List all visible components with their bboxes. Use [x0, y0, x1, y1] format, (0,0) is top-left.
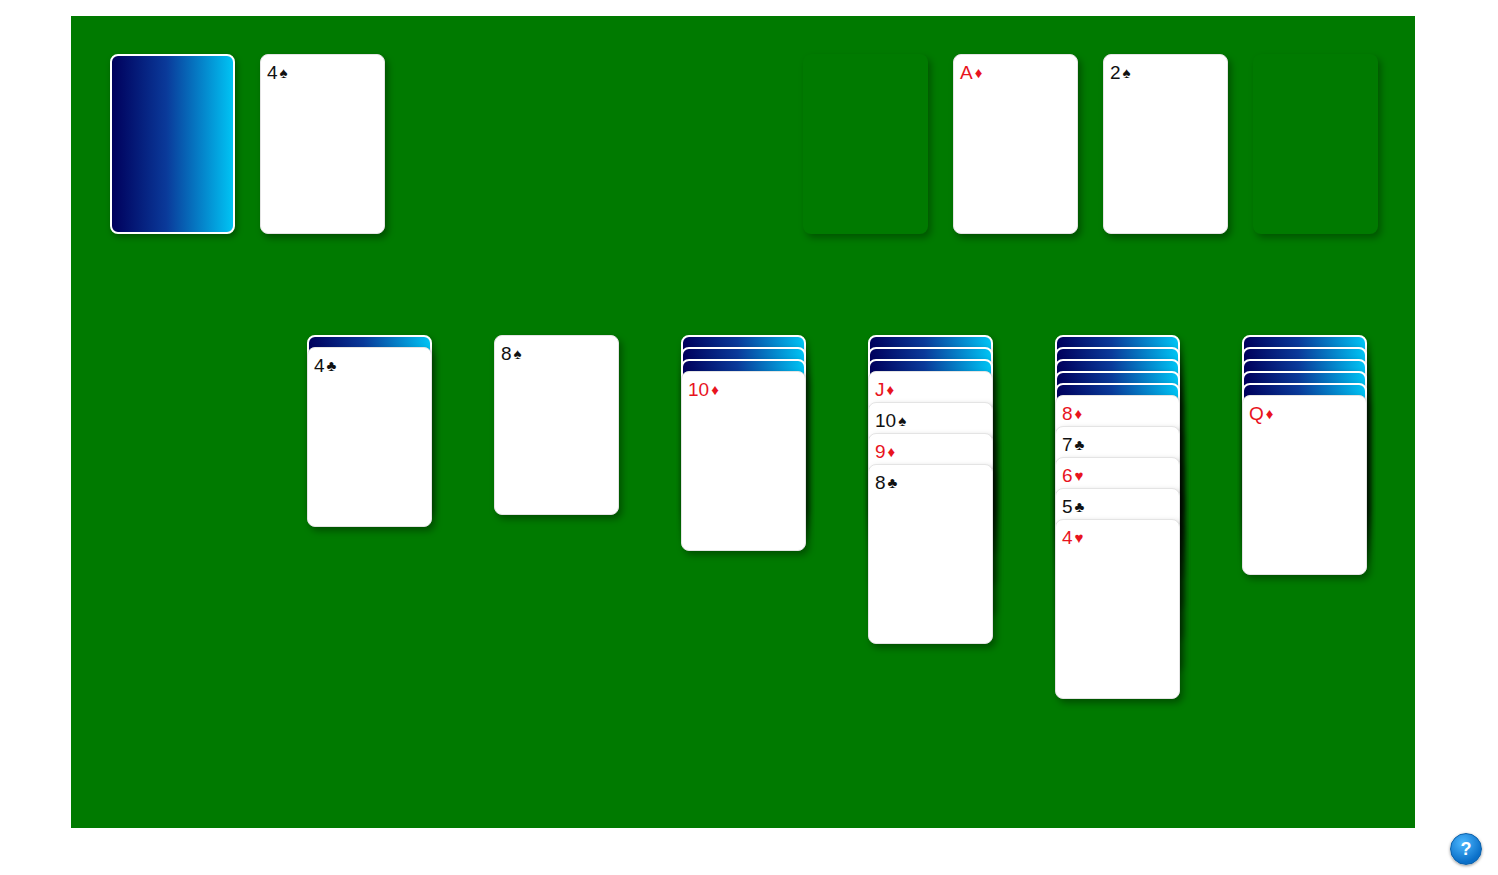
foundations: A♦ 2♠ — [803, 54, 1378, 234]
card[interactable]: 4♥ — [1055, 519, 1180, 699]
suit-icon: ♣ — [888, 472, 898, 494]
tableau: 4♣ 8♠ 10♦ J♦ 10♠ 9♦ 8♣ 8♦ 7♣ 6♥ 5♣ 4♥ Q♦ — [110, 335, 1378, 699]
suit-icon: ♠ — [1123, 62, 1131, 84]
card-label: 2♠ — [1110, 62, 1221, 84]
help-button[interactable]: ? — [1450, 833, 1482, 865]
suit-icon: ♣ — [1075, 496, 1085, 518]
card[interactable]: Q♦ — [1242, 395, 1367, 575]
stock-waste: 4♠ — [110, 54, 385, 234]
card-label: 9♦ — [875, 441, 986, 463]
card-label: 4♥ — [1062, 527, 1173, 549]
card-label: 10♦ — [688, 379, 799, 401]
suit-icon: ♥ — [1075, 527, 1084, 549]
page: 4♠ A♦ 2♠ 4♣ 8♠ 10♦ J♦ 10♠ 9♦ 8♣ 8♦ 7♣ 6♥ 5♣ 4♥ Q♦? — [0, 0, 1498, 875]
suit-icon: ♦ — [888, 441, 896, 463]
suit-icon: ♠ — [280, 62, 288, 84]
card-label: Q♦ — [1249, 403, 1360, 425]
card-label: 4♣ — [314, 355, 425, 377]
tableau-pile: 8♠ — [494, 335, 619, 699]
suit-icon: ♥ — [1075, 465, 1084, 487]
suit-icon: ♦ — [887, 379, 895, 401]
suit-icon: ♠ — [514, 343, 522, 365]
card-label: 8♣ — [875, 472, 986, 494]
suit-icon: ♦ — [1266, 403, 1274, 425]
card-label: 6♥ — [1062, 465, 1173, 487]
suit-icon: ♦ — [711, 379, 719, 401]
card-label: 8♠ — [501, 343, 612, 365]
card-label: A♦ — [960, 62, 1071, 84]
game-table: 4♠ A♦ 2♠ 4♣ 8♠ 10♦ J♦ 10♠ 9♦ 8♣ 8♦ 7♣ 6♥ 5♣ 4♥ Q♦ — [71, 16, 1415, 828]
card-label: 4♠ — [267, 62, 378, 84]
tableau-pile: J♦ 10♠ 9♦ 8♣ — [868, 335, 993, 699]
suit-icon: ♦ — [1075, 403, 1083, 425]
card[interactable]: 8♣ — [868, 464, 993, 644]
card[interactable]: 4♠ — [260, 54, 385, 234]
card-label: J♦ — [875, 379, 986, 401]
suit-icon: ♦ — [975, 62, 983, 84]
suit-icon: ♣ — [327, 355, 337, 377]
card[interactable]: A♦ — [953, 54, 1078, 234]
tableau-pile: Q♦ — [1242, 335, 1367, 699]
empty-pile[interactable] — [120, 335, 245, 515]
card[interactable]: 2♠ — [1103, 54, 1228, 234]
foundation-slot[interactable] — [1253, 54, 1378, 234]
card-label: 10♠ — [875, 410, 986, 432]
stock[interactable] — [110, 54, 235, 234]
card-label: 7♣ — [1062, 434, 1173, 456]
card-label: 5♣ — [1062, 496, 1173, 518]
suit-icon: ♠ — [898, 410, 906, 432]
foundation-slot[interactable] — [803, 54, 928, 234]
suit-icon: ♣ — [1075, 434, 1085, 456]
tableau-pile: 10♦ — [681, 335, 806, 699]
top-row: 4♠ A♦ 2♠ — [110, 54, 1378, 234]
card[interactable]: 10♦ — [681, 371, 806, 551]
tableau-pile: 4♣ — [307, 335, 432, 699]
tableau-pile: 8♦ 7♣ 6♥ 5♣ 4♥ — [1055, 335, 1180, 699]
card[interactable]: 8♠ — [494, 335, 619, 515]
card[interactable]: 4♣ — [307, 347, 432, 527]
card-label: 8♦ — [1062, 403, 1173, 425]
